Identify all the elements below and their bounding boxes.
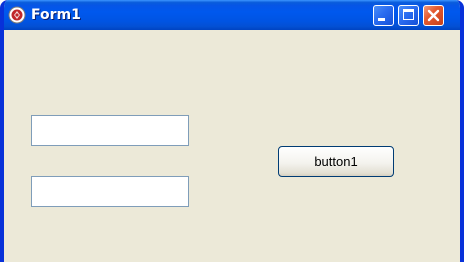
minimize-button[interactable] [373,5,394,26]
form-client-area: button1 [4,30,460,262]
minimize-icon [378,18,385,21]
window-title: Form1 [31,7,81,23]
textbox1[interactable] [31,115,189,146]
textbox2[interactable] [31,176,189,207]
app-icon [8,6,26,24]
maximize-icon [403,9,414,20]
close-icon [427,9,440,22]
maximize-button[interactable] [398,5,419,26]
button1[interactable]: button1 [278,146,394,177]
form1-window: Form1 button1 [0,0,464,262]
title-bar[interactable]: Form1 [4,0,460,30]
close-button[interactable] [423,5,444,26]
